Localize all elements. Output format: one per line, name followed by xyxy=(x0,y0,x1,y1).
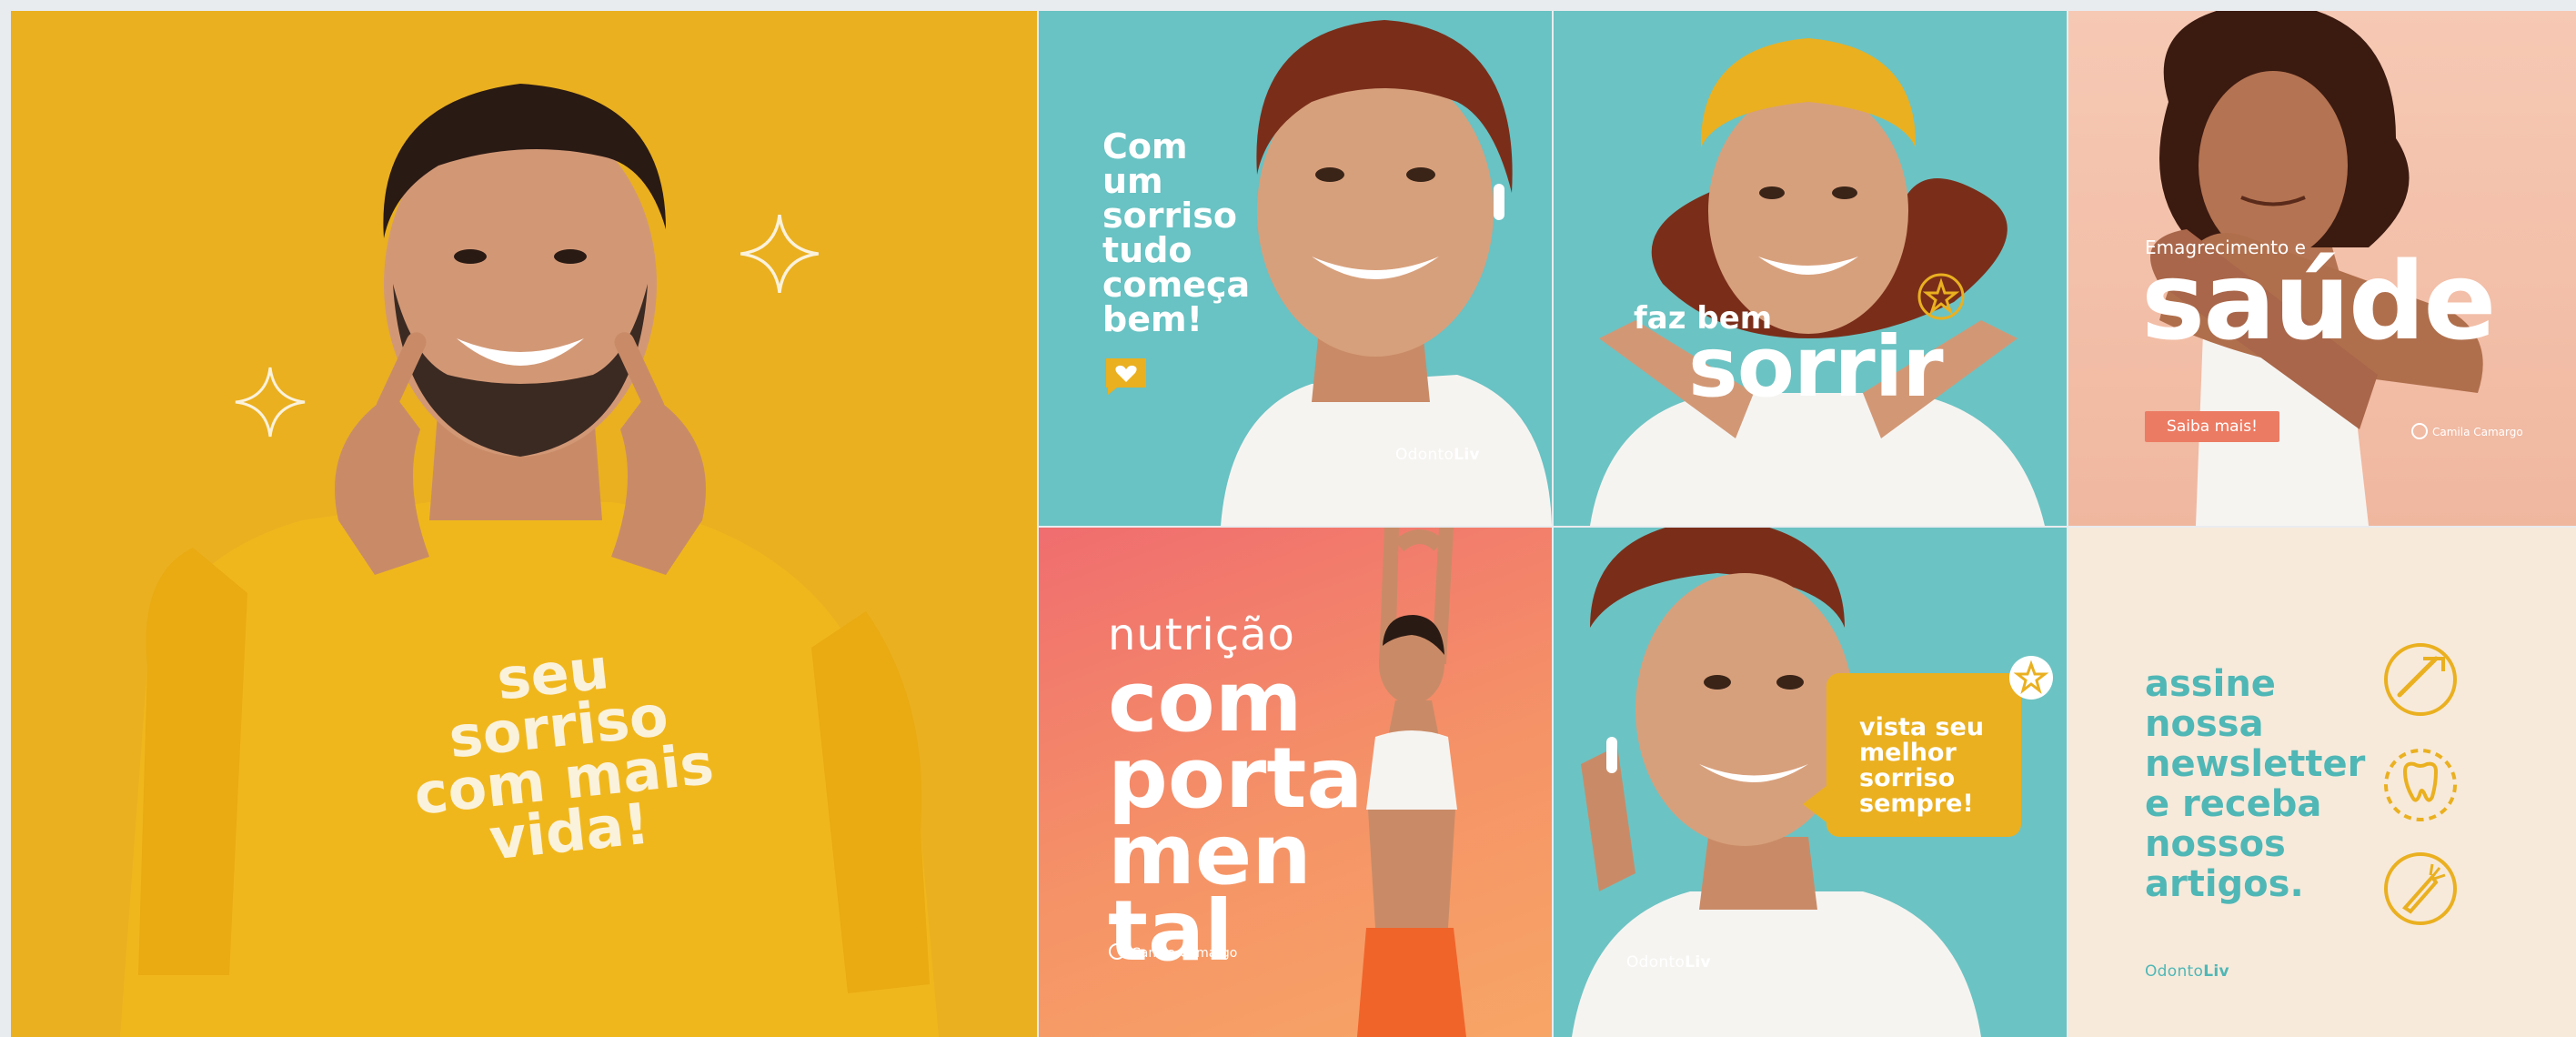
headline-line: sorriso xyxy=(1102,196,1237,236)
bubble-line: melhor xyxy=(1859,739,1957,767)
brand-prefix: Odonto xyxy=(1395,446,1454,464)
star-icon xyxy=(2009,656,2053,700)
logo-icon xyxy=(1109,943,1125,960)
title: sorrir xyxy=(1688,318,1944,416)
brand-logo: OdontoLiv xyxy=(2145,962,2229,981)
brand-suffix: Liv xyxy=(1685,953,1711,972)
headline-line: um xyxy=(1102,161,1163,201)
headline: assine nossa newsletter e receba nossos … xyxy=(2145,664,2365,904)
woman-yellow-beanie-photo xyxy=(1590,38,2045,526)
headline-line: artigos. xyxy=(2145,863,2304,905)
post-best-smile: vista seu melhor sorriso sempre! OdontoL… xyxy=(1554,528,2067,1037)
post-smile-good: faz bem sorrir xyxy=(1554,11,2067,526)
title: saúde xyxy=(2141,238,2496,364)
bubble-line: sorriso xyxy=(1859,764,1956,792)
title: com porta men tal xyxy=(1108,660,1363,973)
heart-chat-icon xyxy=(1106,358,1146,395)
post-weight-loss-health: Emagrecimento e saúde Saiba mais! Camila… xyxy=(2068,11,2576,526)
logo-icon xyxy=(2411,423,2428,439)
headline-line: e receba xyxy=(2145,783,2322,825)
headline-line: newsletter xyxy=(2145,743,2366,785)
headline: Com um sorriso tudo começa bem! xyxy=(1102,129,1250,337)
brand-suffix: Liv xyxy=(1454,446,1480,464)
headline-line: bem! xyxy=(1102,299,1202,339)
star-icon xyxy=(1917,273,1965,320)
brand-prefix: Odonto xyxy=(2145,962,2204,981)
post-nutrition: nutrição com porta men tal Camila Camarg… xyxy=(1039,528,1552,1037)
tooth-icon xyxy=(2384,749,2457,821)
bubble-line: vista seu xyxy=(1859,713,1985,741)
bubble-line: sempre! xyxy=(1859,790,1974,818)
carrot-icon xyxy=(2384,852,2457,925)
brand-prefix: Odonto xyxy=(1626,953,1685,972)
bubble-text: vista seu melhor sorriso sempre! xyxy=(1859,715,1984,817)
man-yellow-sweater-photo xyxy=(120,84,939,1037)
post-smile-more-life: seu sorriso com mais vida! xyxy=(11,11,1037,1037)
sparkle-icon xyxy=(235,367,306,438)
headline-line: assine xyxy=(2145,663,2276,705)
headline-line: Com xyxy=(1102,126,1188,166)
sparkle-icon xyxy=(740,215,819,293)
saiba-mais-button[interactable]: Saiba mais! xyxy=(2145,411,2279,442)
headline-line: começa xyxy=(1102,265,1251,305)
brand-logo: Camila Camargo xyxy=(1132,946,1238,961)
brand-logo: OdontoLiv xyxy=(1395,446,1480,464)
brand-suffix: Liv xyxy=(2203,962,2229,981)
brand-logo: Camila Camargo xyxy=(2432,426,2523,438)
headline: seu sorriso com mais vida! xyxy=(360,629,762,879)
toothbrush-icon xyxy=(2384,643,2457,716)
post-smile-start: Com um sorriso tudo começa bem! OdontoLi… xyxy=(1039,11,1552,526)
post-newsletter: assine nossa newsletter e receba nossos … xyxy=(2068,528,2576,1037)
brand-logo: OdontoLiv xyxy=(1626,953,1711,972)
headline-line: nossos xyxy=(2145,823,2286,865)
headline-line: tudo xyxy=(1102,230,1192,270)
headline-line: nossa xyxy=(2145,703,2264,745)
